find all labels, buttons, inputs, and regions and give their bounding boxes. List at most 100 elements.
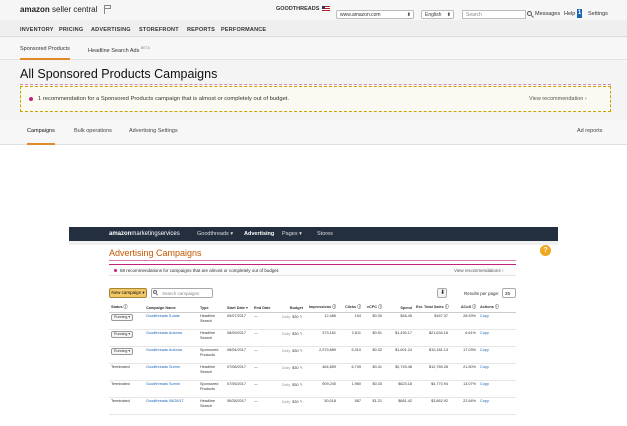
- start-date: 06/28/2017: [225, 397, 252, 415]
- search-icon[interactable]: [526, 10, 534, 19]
- col-impressions[interactable]: Impressions ⓘ: [305, 303, 338, 313]
- marketplace-select[interactable]: www.amazon.com ⬍: [336, 10, 414, 19]
- campaign-name-link[interactable]: Goodthreads 5-date: [144, 312, 198, 330]
- clicks: 6,749: [338, 363, 363, 381]
- campaign-name-link[interactable]: Goodthreads 06/28/17: [144, 397, 198, 415]
- view-recommendation-link[interactable]: View recommendation ›: [529, 96, 587, 102]
- nav-pricing[interactable]: PRICING: [59, 27, 83, 33]
- page-title: All Sponsored Products Campaigns: [20, 67, 218, 81]
- copy-link[interactable]: Copy: [480, 399, 489, 403]
- copy-link[interactable]: Copy: [480, 365, 489, 369]
- campaigns-table: Status ⓘ Campaign Name Type Start Date ▾…: [109, 303, 516, 415]
- flag-icon[interactable]: [104, 5, 112, 14]
- store-name: GOODTHREADS: [276, 6, 320, 12]
- pencil-icon[interactable]: ✎: [300, 331, 303, 336]
- sc-search-input[interactable]: Search: [462, 10, 526, 19]
- tab-headline-search-ads[interactable]: Headline Search Ads BETA: [88, 46, 150, 54]
- col-actions: Actions ⓘ: [478, 303, 516, 313]
- view-recommendations-link[interactable]: View recommendations ›: [454, 268, 503, 273]
- col-spend[interactable]: Spend: [384, 303, 414, 313]
- col-est-total-sales[interactable]: Est. Total Sales ⓘ: [414, 303, 450, 313]
- clicks: 5,310: [338, 346, 363, 364]
- spend: $1,430.17: [384, 329, 414, 347]
- table-row: Running ▾ Goodthreads 5-date Headline Sear…: [109, 312, 516, 330]
- daily-tag: Daily: [281, 315, 291, 319]
- tab-advertising-settings[interactable]: Advertising Settings: [129, 128, 178, 134]
- start-date: 07/08/2017: [225, 363, 252, 381]
- ecpc: $0.32: [363, 346, 384, 364]
- tab-bulk-operations[interactable]: Bulk operations: [74, 128, 112, 134]
- status-dropdown[interactable]: Running ▾: [111, 348, 134, 355]
- acos: 13.07%: [450, 380, 478, 398]
- acos: 22.64%: [450, 397, 478, 415]
- nav-inventory[interactable]: INVENTORY: [20, 27, 54, 33]
- seller-central-screen: amazon seller central GOODTHREADS www.am…: [0, 0, 627, 145]
- campaign-type: Headline Search: [198, 397, 225, 415]
- divider: [109, 260, 516, 261]
- pencil-icon[interactable]: ✎: [300, 365, 303, 370]
- table-row: Terminated Goodthreads Summ Headline Searc…: [109, 363, 516, 381]
- sc-logo[interactable]: amazon seller central: [20, 5, 97, 14]
- nav-reports[interactable]: REPORTS: [187, 27, 215, 33]
- table-row: Terminated Goodthreads Summ Sponsored Prod…: [109, 380, 516, 398]
- budget-cell[interactable]: Daily $30 ✎: [277, 346, 305, 364]
- budget-cell[interactable]: Daily $30 ✎: [277, 329, 305, 347]
- tab-campaigns[interactable]: Campaigns: [27, 128, 55, 145]
- status-dropdown[interactable]: Running ▾: [111, 331, 134, 338]
- spend: $46.45: [384, 312, 414, 330]
- impressions: 373,161: [305, 329, 338, 347]
- col-acos[interactable]: ACoS ⓘ: [450, 303, 478, 313]
- pencil-icon[interactable]: ✎: [300, 382, 303, 387]
- actions-cell: Copy: [478, 363, 516, 381]
- tab-ad-reports[interactable]: Ad reports: [577, 128, 602, 134]
- campaign-name-link[interactable]: Goodthreads Automa: [144, 329, 198, 347]
- campaign-name-link[interactable]: Goodthreads Automa: [144, 346, 198, 364]
- help-icon[interactable]: ?: [540, 245, 551, 256]
- col-end-date[interactable]: End Date: [252, 303, 277, 313]
- col-budget[interactable]: Budget: [277, 303, 305, 313]
- est-total-sales: $4,770.94: [414, 380, 450, 398]
- nav-performance[interactable]: PERFORMANCE: [221, 27, 266, 33]
- help-link[interactable]: Help: [564, 11, 575, 17]
- messages-link[interactable]: Messages: [535, 11, 560, 17]
- budget-cell[interactable]: Daily $30 ✎: [277, 380, 305, 398]
- ams-logo[interactable]: amazonmarketingservices: [109, 231, 180, 237]
- nav-storefront[interactable]: STOREFRONT: [139, 27, 179, 33]
- pencil-icon[interactable]: ✎: [300, 314, 303, 319]
- results-per-page-select[interactable]: 25: [502, 288, 516, 298]
- pencil-icon[interactable]: ✎: [300, 399, 303, 404]
- col-campaign-name[interactable]: Campaign Name: [144, 303, 198, 313]
- budget-cell[interactable]: Daily $30 ✎: [277, 397, 305, 415]
- copy-link[interactable]: Copy: [480, 331, 489, 335]
- search-campaigns-input[interactable]: Search campaigns: [151, 288, 213, 298]
- nav-advertising[interactable]: ADVERTISING: [91, 27, 131, 33]
- account-menu[interactable]: Goodthreads ▾: [197, 231, 233, 237]
- col-status[interactable]: Status ⓘ: [109, 303, 144, 313]
- copy-link[interactable]: Copy: [480, 314, 489, 318]
- nav-advertising[interactable]: Advertising: [244, 231, 274, 237]
- end-date: —: [252, 363, 277, 381]
- actions-cell: Copy: [478, 397, 516, 415]
- settings-link[interactable]: Settings: [588, 11, 608, 17]
- pencil-icon[interactable]: ✎: [300, 348, 303, 353]
- col-start-date[interactable]: Start Date ▾: [225, 303, 252, 313]
- budget-cell[interactable]: Daily $30 ✎: [277, 312, 305, 330]
- impressions: 464,859: [305, 363, 338, 381]
- new-campaign-button[interactable]: New campaign ▾: [109, 288, 147, 298]
- language-select[interactable]: English ⬍: [421, 10, 454, 19]
- nav-stores[interactable]: Stores: [317, 231, 333, 237]
- download-button[interactable]: ⬇: [437, 288, 447, 298]
- col-clicks[interactable]: Clicks ⓘ: [338, 303, 363, 313]
- clicks: 1,960: [338, 380, 363, 398]
- tab-sponsored-products[interactable]: Sponsored Products: [20, 46, 70, 60]
- nav-pages[interactable]: Pages ▾: [282, 231, 302, 237]
- status-dropdown[interactable]: Running ▾: [111, 314, 134, 321]
- copy-link[interactable]: Copy: [480, 348, 489, 352]
- col-ecpc[interactable]: eCPC ⓘ: [363, 303, 384, 313]
- spend: $623.18: [384, 380, 414, 398]
- col-type[interactable]: Type: [198, 303, 225, 313]
- campaign-name-link[interactable]: Goodthreads Summ: [144, 363, 198, 381]
- budget-cell[interactable]: Daily $30 ✎: [277, 363, 305, 381]
- copy-link[interactable]: Copy: [480, 382, 489, 386]
- campaign-name-link[interactable]: Goodthreads Summ: [144, 380, 198, 398]
